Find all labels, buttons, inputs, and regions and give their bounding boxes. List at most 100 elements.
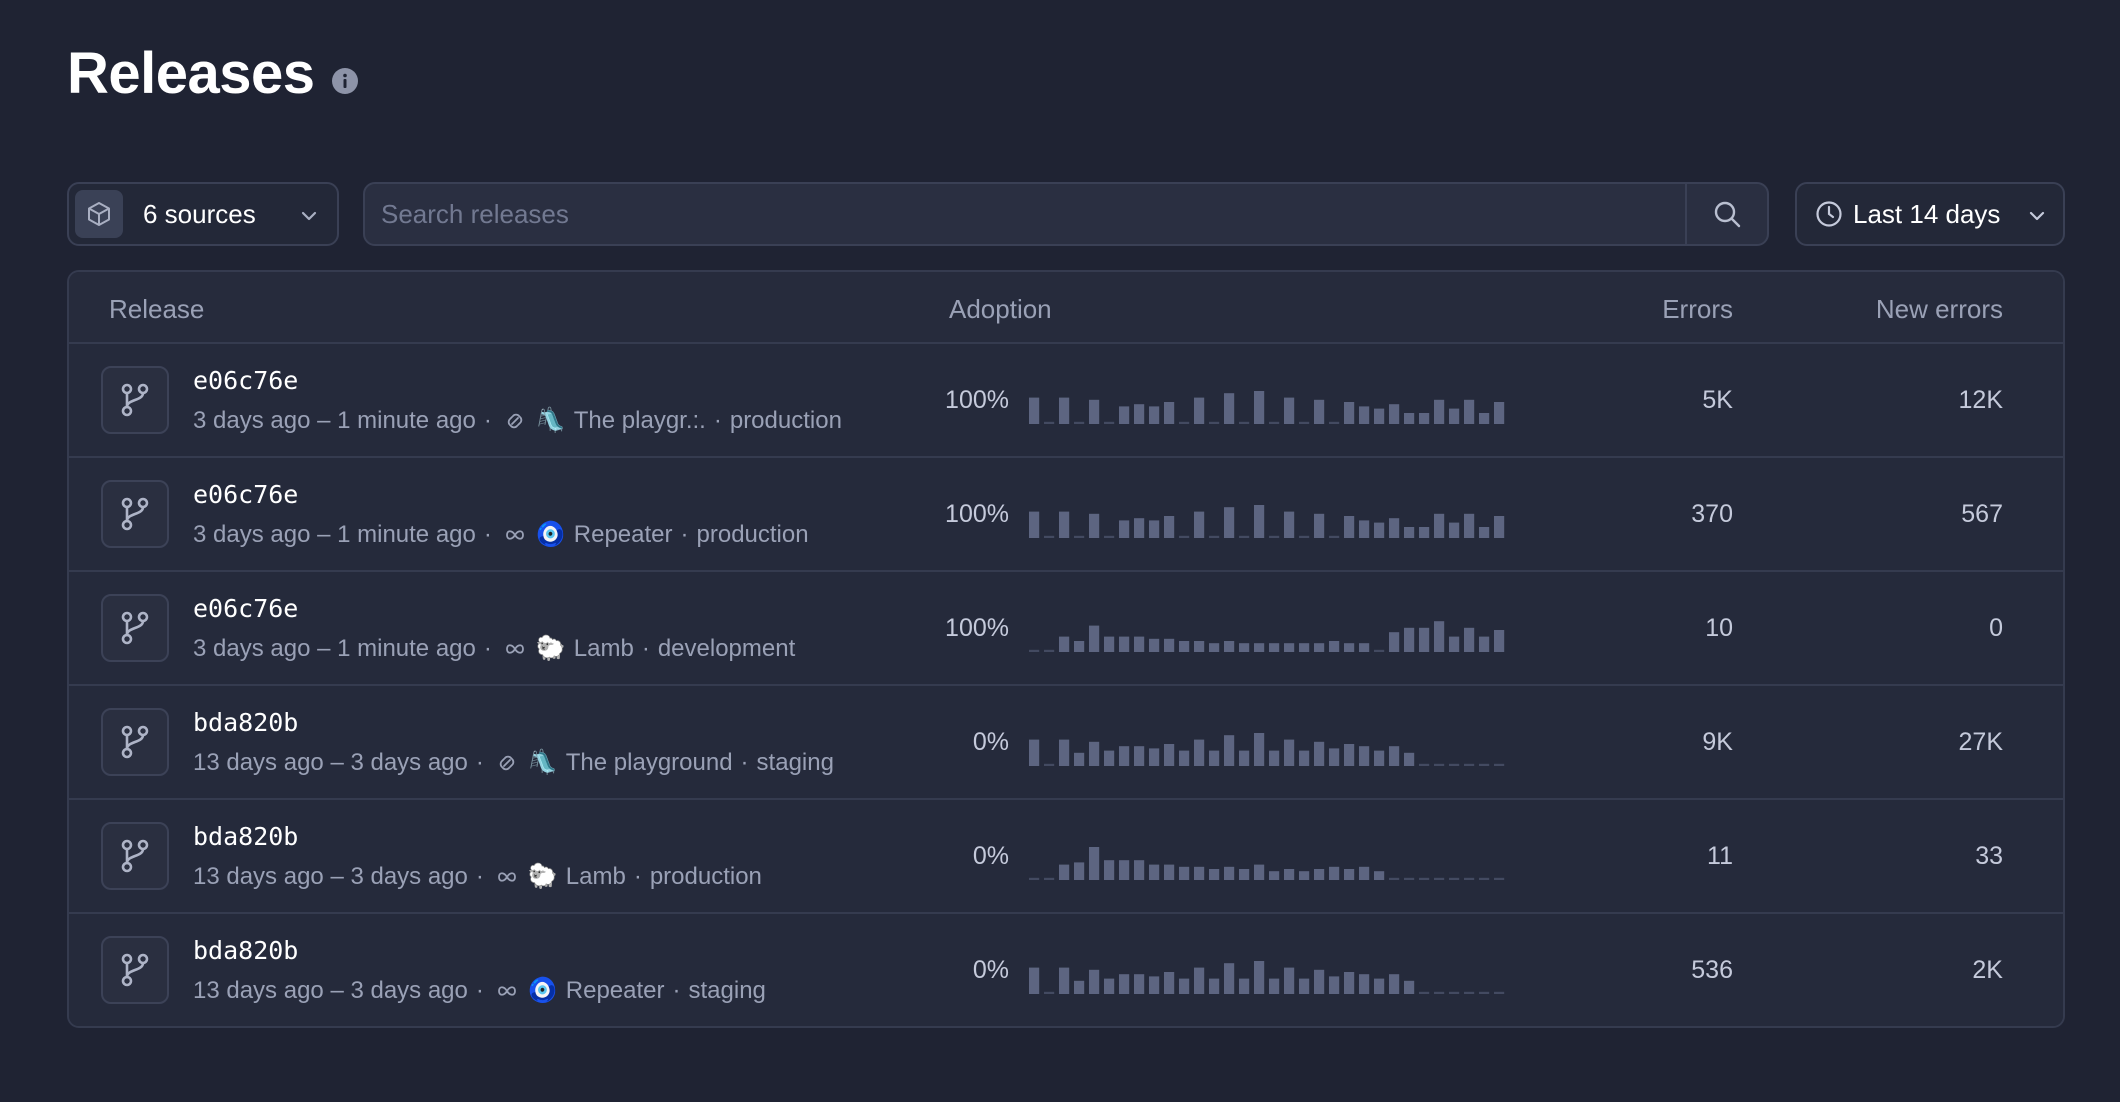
sparkline-bar xyxy=(1284,869,1295,880)
sparkline-bar xyxy=(1134,746,1145,766)
sparkline-bar xyxy=(1389,404,1400,424)
sparkline-bar xyxy=(1434,991,1445,994)
release-meta: 3 days ago – 1 minute ago · 🐑 Lamb · developm… xyxy=(193,634,795,663)
link-chain-icon xyxy=(496,752,518,774)
sparkline-bar xyxy=(1299,643,1310,652)
release-time: 3 days ago – 1 minute ago xyxy=(193,520,476,548)
sparkline-bar xyxy=(1209,869,1220,880)
search-input[interactable] xyxy=(365,184,1687,244)
sparkline-bar xyxy=(1029,397,1040,424)
release-meta: 13 days ago – 3 days ago · 🐑 Lamb · productio… xyxy=(193,862,762,891)
sparkline-bar xyxy=(1224,393,1235,424)
sparkline-bar xyxy=(1389,877,1400,880)
sparkline-bar xyxy=(1329,641,1340,652)
search-icon xyxy=(1714,201,1741,228)
sparkline-bar xyxy=(1119,746,1130,766)
table-row[interactable]: e06c76e 3 days ago – 1 minute ago · 🧿 Repeat… xyxy=(69,458,2063,572)
sparkline-bar xyxy=(1494,763,1505,766)
sparkline-bar xyxy=(1479,636,1490,652)
release-version[interactable]: e06c76e xyxy=(193,480,298,509)
sparkline-bar xyxy=(1284,967,1295,994)
sparkline-bar xyxy=(1119,636,1130,652)
column-header-adoption[interactable]: Adoption xyxy=(949,294,1052,325)
environment-name: development xyxy=(657,634,796,662)
new-errors-count: 12K xyxy=(1958,386,2003,414)
table-row[interactable]: e06c76e 3 days ago – 1 minute ago · 🛝 The pl… xyxy=(69,344,2063,458)
release-version[interactable]: bda820b xyxy=(193,708,298,737)
sparkline-bar xyxy=(1299,750,1310,766)
sparkline-bar xyxy=(1359,866,1370,880)
sparkline-bar xyxy=(1044,649,1055,652)
table-row[interactable]: e06c76e 3 days ago – 1 minute ago · 🐑 Lamb · d… xyxy=(69,572,2063,686)
sparkline-bar xyxy=(1059,739,1070,766)
sparkline-bar xyxy=(1194,739,1205,766)
project-name[interactable]: Lamb xyxy=(566,863,626,891)
sparkline-bar xyxy=(1089,969,1100,994)
sparkline-bar xyxy=(1344,516,1355,538)
sparkline-bar xyxy=(1164,638,1175,652)
project-name[interactable]: Repeater xyxy=(566,977,665,1005)
sparkline-bar xyxy=(1089,741,1100,766)
sparkline-bar xyxy=(1269,871,1280,880)
sparkline-bar xyxy=(1329,535,1340,538)
sparkline-bar xyxy=(1299,871,1310,880)
release-version[interactable]: e06c76e xyxy=(193,366,298,395)
project-name[interactable]: The playground xyxy=(566,749,733,777)
sparkline-bar xyxy=(1089,847,1100,880)
separator: · xyxy=(740,748,749,776)
sparkline-bar xyxy=(1374,649,1385,652)
project-name[interactable]: Lamb xyxy=(574,635,634,663)
sparkline-bar xyxy=(1359,643,1370,652)
info-icon[interactable] xyxy=(331,67,359,95)
table-row[interactable]: bda820b 13 days ago – 3 days ago · 🛝 The pla… xyxy=(69,686,2063,800)
sparkline-bar xyxy=(1419,527,1430,538)
git-branch-icon xyxy=(101,822,169,890)
column-header-errors[interactable]: Errors xyxy=(1662,294,1733,325)
project-emoji: 🛝 xyxy=(527,749,558,776)
table-header: Release Adoption Errors New errors xyxy=(69,272,2063,344)
infinity-icon xyxy=(496,870,518,884)
release-version[interactable]: e06c76e xyxy=(193,594,298,623)
release-time: 3 days ago – 1 minute ago xyxy=(193,406,476,434)
sparkline-bar xyxy=(1344,744,1355,766)
sparkline-bar xyxy=(1044,421,1055,424)
sparkline-bar xyxy=(1464,991,1475,994)
sparkline-bar xyxy=(1119,974,1130,994)
sparkline-bar xyxy=(1209,535,1220,538)
release-version[interactable]: bda820b xyxy=(193,936,298,965)
project-name[interactable]: The playgr.:. xyxy=(574,407,706,435)
sparkline-bar xyxy=(1254,391,1265,424)
sparkline-bar xyxy=(1434,399,1445,424)
environment-name: staging xyxy=(688,976,766,1004)
search-button[interactable] xyxy=(1685,184,1767,244)
table-row[interactable]: bda820b 13 days ago – 3 days ago · 🐑 Lamb · pr… xyxy=(69,800,2063,914)
sparkline-bar xyxy=(1329,866,1340,880)
sparkline-bar xyxy=(1344,869,1355,880)
date-range-dropdown[interactable]: Last 14 days xyxy=(1795,182,2065,246)
sources-dropdown[interactable]: 6 sources xyxy=(67,182,339,246)
adoption-sparkline xyxy=(1029,733,1505,766)
sparkline-bar xyxy=(1359,974,1370,994)
sparkline-bar xyxy=(1179,750,1190,766)
sparkline-bar xyxy=(1029,511,1040,538)
sources-label: 6 sources xyxy=(143,198,256,229)
separator: · xyxy=(641,634,650,662)
sparkline-bar xyxy=(1494,402,1505,424)
sparkline-bar xyxy=(1494,877,1505,880)
new-errors-count: 33 xyxy=(1975,842,2003,870)
project-name[interactable]: Repeater xyxy=(574,521,673,549)
column-header-release[interactable]: Release xyxy=(109,294,204,325)
sparkline-bar xyxy=(1239,421,1250,424)
sparkline-bar xyxy=(1419,763,1430,766)
sparkline-bar xyxy=(1134,518,1145,538)
sparkline-bar xyxy=(1434,621,1445,652)
sparkline-bar xyxy=(1059,864,1070,880)
sparkline-bar xyxy=(1029,739,1040,766)
column-header-new-errors[interactable]: New errors xyxy=(1876,294,2003,325)
release-version[interactable]: bda820b xyxy=(193,822,298,851)
sparkline-bar xyxy=(1224,507,1235,538)
sparkline-bar xyxy=(1149,406,1160,424)
sparkline-bar xyxy=(1209,978,1220,994)
sparkline-bar xyxy=(1209,643,1220,652)
table-row[interactable]: bda820b 13 days ago – 3 days ago · 🧿 Repeate… xyxy=(69,914,2063,1026)
